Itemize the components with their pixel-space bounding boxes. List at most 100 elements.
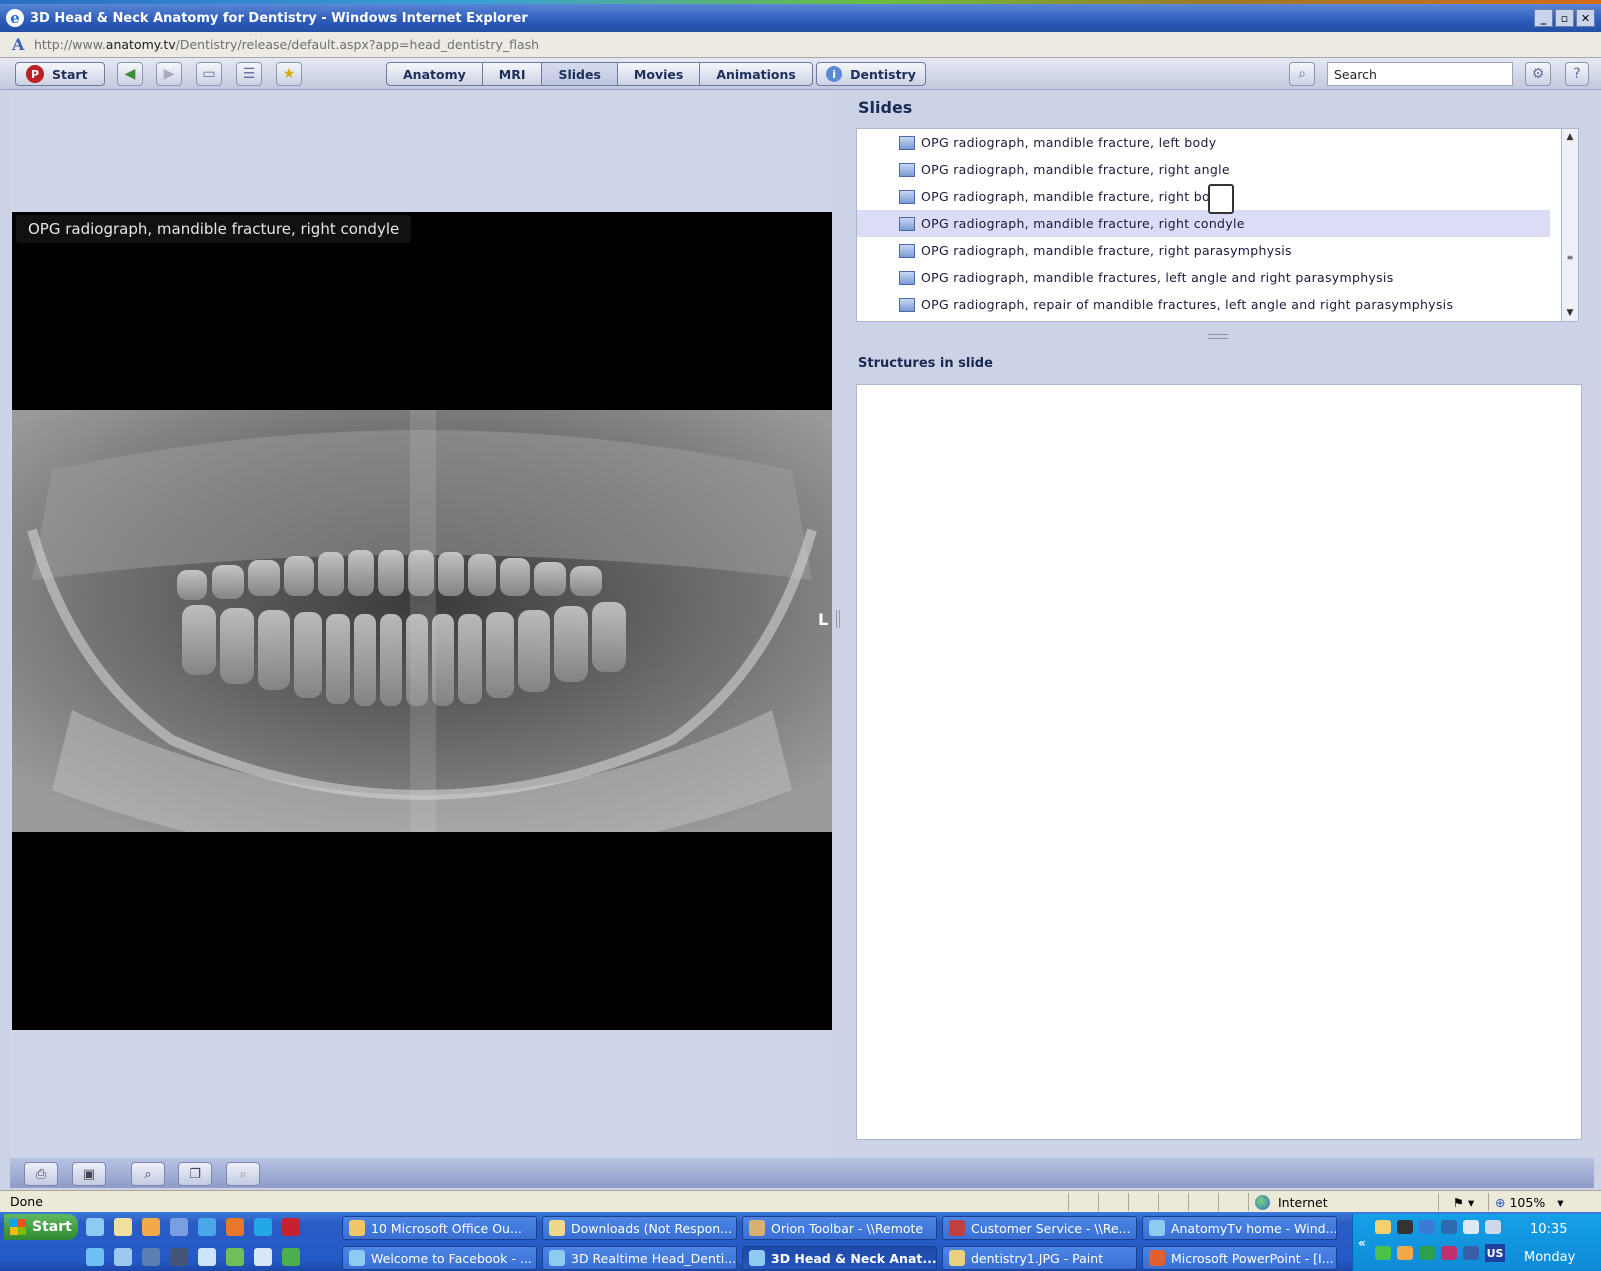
- status-text: Done: [10, 1194, 43, 1209]
- dentistry-button[interactable]: i Dentistry: [816, 62, 926, 86]
- slide-label: OPG radiograph, mandible fracture, right…: [921, 189, 1226, 204]
- tray-network-icon[interactable]: [1419, 1220, 1435, 1234]
- quicklaunch-flag-icon[interactable]: [282, 1218, 300, 1236]
- start-logo-icon: P: [26, 65, 44, 83]
- search-input[interactable]: Search: [1327, 62, 1513, 86]
- tray-outlook-icon[interactable]: [1397, 1246, 1413, 1260]
- tray-expand-chevron-icon[interactable]: «: [1358, 1236, 1366, 1250]
- quicklaunch-media-icon[interactable]: [170, 1218, 188, 1236]
- quicklaunch-ie2-icon[interactable]: [198, 1218, 216, 1236]
- chevron-down-icon: ▾: [1557, 1194, 1564, 1210]
- taskbar-item-label: AnatomyTv home - Wind...: [1171, 1220, 1337, 1236]
- forward-arrow-icon[interactable]: ▶: [156, 62, 182, 86]
- quicklaunch-app1-icon[interactable]: [86, 1248, 104, 1266]
- slide-list-item[interactable]: OPG radiograph, mandible fracture, right…: [857, 237, 1550, 264]
- taskbar-item[interactable]: 10 Microsoft Office Ou...: [342, 1216, 537, 1240]
- save-icon[interactable]: ▣: [72, 1162, 106, 1186]
- tab-mri[interactable]: MRI: [483, 63, 543, 85]
- taskbar-item[interactable]: dentistry1.JPG - Paint: [942, 1246, 1137, 1270]
- tray-update-icon[interactable]: [1419, 1246, 1435, 1260]
- scroll-down-arrow-icon[interactable]: ▼: [1562, 305, 1578, 321]
- taskbar-item[interactable]: Customer Service - \\Re...: [942, 1216, 1137, 1240]
- slides-scrollbar[interactable]: ▲ ≡ ▼: [1561, 128, 1579, 322]
- pane-splitter-handle[interactable]: [836, 610, 840, 628]
- quicklaunch-app6-icon[interactable]: [226, 1248, 244, 1266]
- minimize-button[interactable]: _: [1534, 9, 1553, 27]
- slide-list-item[interactable]: OPG radiograph, mandible fracture, left …: [857, 129, 1550, 156]
- tab-anatomy[interactable]: Anatomy: [387, 63, 483, 85]
- slide-icon: [899, 162, 915, 177]
- tab-slides[interactable]: Slides: [542, 63, 618, 85]
- ie-icon: [1149, 1220, 1165, 1236]
- remote-app-icon: [949, 1220, 965, 1236]
- address-bar[interactable]: A http://www.anatomy.tv/Dentistry/releas…: [0, 32, 1601, 58]
- tray-mail-icon[interactable]: [1375, 1220, 1391, 1234]
- slide-list-item-selected[interactable]: OPG radiograph, mandible fracture, right…: [857, 210, 1550, 237]
- quicklaunch-app2-icon[interactable]: [114, 1248, 132, 1266]
- find-icon[interactable]: ⌕: [226, 1162, 260, 1186]
- back-arrow-icon[interactable]: ◀: [117, 62, 143, 86]
- panel-resize-grip[interactable]: [1208, 334, 1228, 339]
- copy-icon[interactable]: ❐: [178, 1162, 212, 1186]
- windows-start-button[interactable]: Start: [4, 1214, 78, 1240]
- quicklaunch-outlook-icon[interactable]: [142, 1218, 160, 1236]
- zone-label: Internet: [1278, 1194, 1328, 1210]
- tray-speaker-icon[interactable]: [1463, 1220, 1479, 1234]
- search-icon[interactable]: ⌕: [1289, 62, 1315, 86]
- quicklaunch-ie-icon[interactable]: [86, 1218, 104, 1236]
- ie-icon: [549, 1250, 565, 1266]
- security-zone[interactable]: Internet: [1248, 1193, 1438, 1211]
- ie-icon: [349, 1250, 365, 1266]
- tray-printer-icon[interactable]: [1485, 1220, 1501, 1234]
- clock-time[interactable]: 10:35: [1530, 1222, 1567, 1237]
- outlook-icon: [349, 1220, 365, 1236]
- taskbar-item-active[interactable]: 3D Head & Neck Anat...: [742, 1246, 937, 1270]
- toolbar-app-icon: [749, 1220, 765, 1236]
- taskbar-item[interactable]: 3D Realtime Head_Denti...: [542, 1246, 737, 1270]
- list-icon[interactable]: ☰: [236, 62, 262, 86]
- print-icon[interactable]: ⎙: [24, 1162, 58, 1186]
- tray-app-icon[interactable]: [1441, 1246, 1457, 1260]
- tray-shield-icon[interactable]: [1375, 1246, 1391, 1260]
- gear-icon[interactable]: ⚙: [1525, 62, 1551, 86]
- zoom-level[interactable]: ⊕ 105% ▾: [1488, 1193, 1578, 1211]
- slide-list-item[interactable]: OPG radiograph, repair of mandible fract…: [857, 291, 1550, 318]
- slide-list-item[interactable]: OPG radiograph, mandible fracture, right…: [857, 183, 1550, 210]
- taskbar-item[interactable]: Downloads (Not Respon...: [542, 1216, 737, 1240]
- start-button[interactable]: P Start: [15, 62, 105, 86]
- slide-list-item[interactable]: OPG radiograph, mandible fractures, left…: [857, 264, 1550, 291]
- start-label: Start: [52, 66, 88, 82]
- quicklaunch-firefox-icon[interactable]: [226, 1218, 244, 1236]
- tab-movies[interactable]: Movies: [618, 63, 701, 85]
- scroll-up-arrow-icon[interactable]: ▲: [1562, 129, 1578, 145]
- tab-animations[interactable]: Animations: [700, 63, 812, 85]
- scroll-thumb-grip-icon[interactable]: ≡: [1562, 249, 1578, 265]
- window-titlebar: e 3D Head & Neck Anatomy for Dentistry -…: [0, 4, 1601, 32]
- status-cell: [1098, 1193, 1128, 1211]
- tray-pen-icon[interactable]: [1397, 1220, 1413, 1234]
- help-icon[interactable]: ?: [1565, 62, 1589, 86]
- taskbar-item[interactable]: Orion Toolbar - \\Remote: [742, 1216, 937, 1240]
- paint-icon: [949, 1250, 965, 1266]
- zoom-icon[interactable]: ⌕: [131, 1162, 165, 1186]
- close-button[interactable]: ✕: [1576, 9, 1595, 27]
- quicklaunch-app4-icon[interactable]: [170, 1248, 188, 1266]
- url-text[interactable]: http://www.anatomy.tv/Dentistry/release/…: [34, 37, 539, 52]
- tray-keyboard-icon[interactable]: [1463, 1246, 1479, 1260]
- protected-mode-icon[interactable]: ⚑ ▾: [1438, 1193, 1488, 1211]
- taskbar-item[interactable]: Welcome to Facebook - ...: [342, 1246, 537, 1270]
- quicklaunch-app7-icon[interactable]: [254, 1248, 272, 1266]
- restore-button[interactable]: ▫: [1555, 9, 1574, 27]
- slide-list-item[interactable]: OPG radiograph, mandible fracture, right…: [857, 156, 1550, 183]
- quicklaunch-skype-icon[interactable]: [254, 1218, 272, 1236]
- quicklaunch-app3-icon[interactable]: [142, 1248, 160, 1266]
- quicklaunch-app5-icon[interactable]: [198, 1248, 216, 1266]
- taskbar-item[interactable]: AnatomyTv home - Wind...: [1142, 1216, 1337, 1240]
- folder-icon[interactable]: ▭: [196, 62, 222, 86]
- quicklaunch-app8-icon[interactable]: [282, 1248, 300, 1266]
- favorites-star-icon[interactable]: ★: [276, 62, 302, 86]
- quicklaunch-folder-icon[interactable]: [114, 1218, 132, 1236]
- tray-users-icon[interactable]: [1441, 1220, 1457, 1234]
- taskbar-item[interactable]: Microsoft PowerPoint - [I...: [1142, 1246, 1337, 1270]
- language-indicator[interactable]: US: [1485, 1244, 1505, 1262]
